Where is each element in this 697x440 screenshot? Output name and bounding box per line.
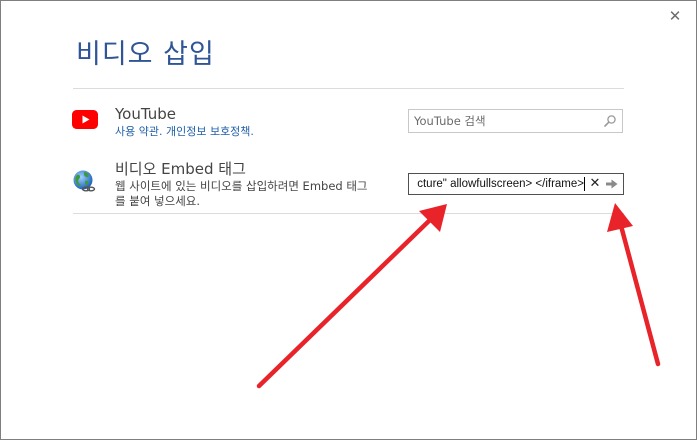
arrow-right-icon[interactable] bbox=[605, 178, 619, 190]
magnifier-icon[interactable] bbox=[603, 114, 617, 128]
globe-link-icon bbox=[73, 170, 96, 192]
youtube-logo-icon bbox=[72, 110, 98, 129]
clear-icon: ✕ bbox=[589, 176, 601, 191]
embed-source-label: 비디오 Embed 태그 bbox=[115, 160, 246, 178]
embed-code-box[interactable]: cture" allowfullscreen> </iframe> ✕ bbox=[408, 173, 624, 195]
youtube-search-input[interactable] bbox=[409, 110, 599, 132]
text-caret bbox=[584, 177, 585, 191]
youtube-terms-link[interactable]: 사용 약관. 개인정보 보호정책. bbox=[115, 123, 254, 139]
close-icon: ✕ bbox=[668, 7, 682, 25]
embed-input-viewport[interactable]: cture" allowfullscreen> </iframe> bbox=[409, 174, 584, 194]
insert-video-dialog: ✕ 비디오 삽입 YouTube 사용 약관. 개인정보 보호정책. 비디오 E… bbox=[0, 0, 697, 440]
clear-input-button[interactable]: ✕ bbox=[587, 174, 603, 194]
close-button[interactable]: ✕ bbox=[662, 5, 688, 27]
divider bbox=[73, 88, 624, 89]
youtube-source-label: YouTube bbox=[115, 105, 176, 123]
embed-code-input[interactable]: cture" allowfullscreen> </iframe> bbox=[417, 174, 584, 194]
divider bbox=[73, 213, 624, 214]
embed-description: 웹 사이트에 있는 비디오를 삽입하려면 Embed 태그를 붙여 넣으세요. bbox=[115, 179, 368, 208]
dialog-title: 비디오 삽입 bbox=[76, 39, 215, 70]
youtube-search-box[interactable] bbox=[408, 109, 623, 133]
